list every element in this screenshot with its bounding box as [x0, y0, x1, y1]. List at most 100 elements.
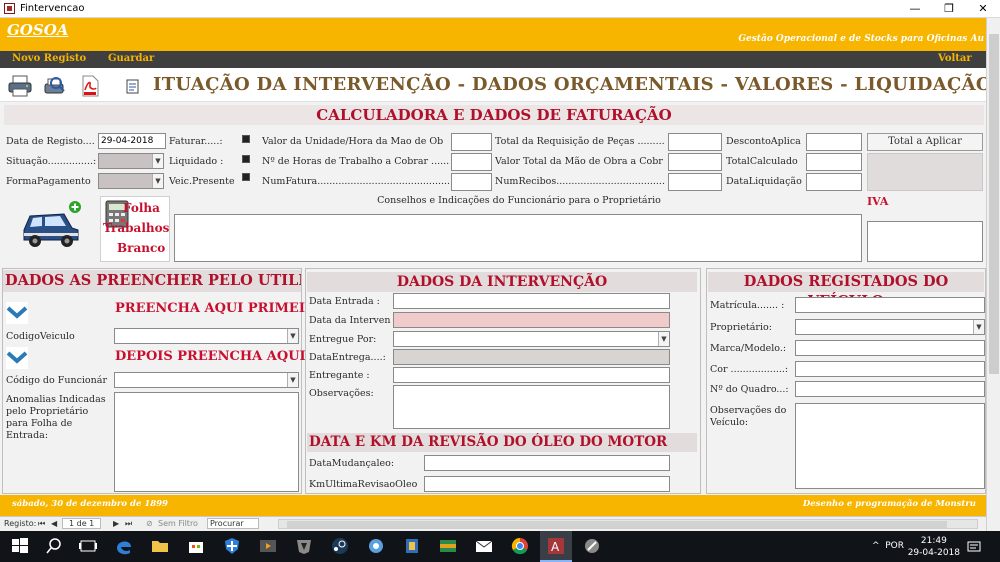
media-player-icon[interactable] [258, 536, 278, 556]
svg-text:A: A [551, 540, 560, 554]
num-fatura-field[interactable] [451, 173, 492, 191]
access-taskbar-item[interactable]: A [540, 531, 572, 562]
defender-shield-icon[interactable] [222, 536, 242, 556]
file-explorer-icon[interactable] [150, 536, 170, 556]
data-registo-field[interactable]: 29-04-2018 [98, 133, 166, 149]
observacoes-intervencao-textarea[interactable] [393, 385, 670, 429]
close-button[interactable]: ✕ [966, 0, 1000, 18]
conselhos-textarea[interactable] [174, 214, 862, 262]
report-icon[interactable] [121, 75, 145, 97]
chevron-up-icon[interactable]: ^ [872, 541, 880, 551]
fill-first-label: PREENCHA AQUI PRIMEIRO [115, 301, 328, 316]
total-requisicao-field[interactable] [668, 133, 722, 151]
horizontal-scroll-thumb[interactable] [287, 521, 947, 528]
store-icon[interactable] [186, 536, 206, 556]
search-icon[interactable] [44, 536, 64, 556]
entregue-por-combo[interactable]: ▼ [393, 331, 670, 347]
horas-trabalho-label: Nº de Horas de Trabalho a Cobrar ...... [262, 156, 449, 167]
mail-icon[interactable] [474, 536, 494, 556]
data-mudanca-oleo-field[interactable] [424, 455, 670, 471]
print-preview-icon[interactable] [42, 75, 66, 97]
network-app-icon[interactable] [366, 536, 386, 556]
notifications-icon[interactable] [966, 539, 982, 555]
game-app-icon[interactable] [294, 536, 314, 556]
chevron-down-icon[interactable]: ▼ [973, 320, 984, 334]
data-liquidacao-field[interactable] [806, 173, 862, 191]
gallery-app-icon[interactable] [438, 536, 458, 556]
restore-button[interactable]: ❐ [932, 0, 966, 18]
new-record-button[interactable]: Novo Registo [12, 53, 86, 64]
chevron-down-icon[interactable]: ▼ [658, 332, 669, 346]
total-calculado-field[interactable] [806, 153, 862, 171]
chevron-down-icon[interactable]: ▼ [287, 329, 298, 343]
proprietario-combo[interactable]: ▼ [795, 319, 985, 335]
record-position-field[interactable]: 1 de 1 [62, 518, 102, 529]
vertical-scrollbar[interactable] [986, 18, 1000, 531]
vertical-scroll-thumb[interactable] [989, 34, 999, 374]
pdf-icon[interactable] [78, 75, 102, 97]
task-view-icon[interactable] [78, 536, 98, 556]
cor-field[interactable] [795, 361, 985, 377]
observacoes-veiculo-textarea[interactable] [795, 403, 985, 489]
next-record-icon[interactable]: ▶ [113, 519, 119, 528]
steam-icon[interactable] [330, 536, 350, 556]
branco-text: Branco [117, 241, 166, 255]
printer-icon[interactable] [8, 75, 32, 97]
total-requisicao-label: Total da Requisição de Peças .......... [495, 136, 665, 147]
codigo-funcionario-combo[interactable]: ▼ [114, 372, 299, 388]
minimize-button[interactable]: — [898, 0, 932, 18]
km-ultima-revisao-field[interactable] [424, 476, 670, 492]
app-logo: GOSOA [7, 21, 69, 39]
liquidado-label: Liquidado : [169, 156, 224, 167]
blank-worksheet-button[interactable]: Folha Trabalhos Branco [100, 196, 170, 262]
language-indicator[interactable]: POR [885, 541, 904, 551]
first-record-icon[interactable]: ⏮ [38, 519, 45, 529]
valor-total-mao-field[interactable] [668, 153, 722, 171]
vehicle-heading: DADOS REGISTADOS DO VEÍCULO [708, 272, 984, 310]
anomalias-textarea[interactable] [114, 392, 299, 492]
matricula-field[interactable] [795, 297, 985, 313]
veic-presente-checkbox[interactable] [242, 173, 250, 181]
iva-field[interactable] [867, 221, 983, 262]
chevron-down-icon[interactable]: ▼ [287, 373, 298, 387]
marca-modelo-field[interactable] [795, 340, 985, 356]
horas-trabalho-field[interactable] [451, 153, 492, 171]
notes-app-icon[interactable] [402, 536, 422, 556]
faturar-checkbox[interactable] [242, 135, 250, 143]
intervention-heading: DADOS DA INTERVENÇÃO [307, 272, 697, 292]
forma-pagamento-combo[interactable]: ▼ [98, 173, 164, 189]
data-entrega-field[interactable] [393, 349, 670, 365]
previous-record-icon[interactable]: ◀ [51, 519, 57, 528]
entregante-field[interactable] [393, 367, 670, 383]
windows-start-icon[interactable] [10, 536, 30, 556]
valor-unidade-field[interactable] [451, 133, 492, 151]
taskbar-clock[interactable]: 21:49 29-04-2018 [908, 535, 960, 559]
desconto-field[interactable] [806, 133, 862, 151]
num-fatura-label: NumFatura...............................… [262, 176, 449, 187]
total-aplicar-button[interactable]: Total a Aplicar [867, 133, 983, 151]
codigo-veiculo-combo[interactable]: ▼ [114, 328, 299, 344]
oil-revision-heading: DATA E KM DA REVISÃO DO ÓLEO DO MOTOR [307, 433, 697, 452]
chrome-icon[interactable] [510, 536, 530, 556]
situacao-label: Situação...............: [6, 156, 97, 167]
numero-quadro-field[interactable] [795, 381, 985, 397]
filter-status[interactable]: Sem Filtro [158, 519, 198, 528]
back-button[interactable]: Voltar [938, 53, 972, 64]
liquidado-checkbox[interactable] [242, 155, 250, 163]
num-recibos-field[interactable] [668, 173, 722, 191]
chevron-down-icon[interactable]: ▼ [152, 154, 163, 168]
add-vehicle-car-icon[interactable] [18, 200, 84, 250]
chevron-down-icon[interactable]: ▼ [152, 174, 163, 188]
last-record-icon[interactable]: ⏭ [125, 519, 132, 529]
search-input[interactable]: Procurar [207, 518, 259, 529]
chevron-down-icon [6, 347, 28, 369]
save-button[interactable]: Guardar [108, 53, 154, 64]
data-intervencao-label: Data da Interven [309, 315, 391, 326]
access-form-icon [4, 3, 15, 14]
horizontal-scrollbar[interactable] [278, 519, 978, 529]
situacao-combo[interactable]: ▼ [98, 153, 164, 169]
edge-browser-icon[interactable] [114, 536, 134, 556]
data-entrada-field[interactable] [393, 293, 670, 309]
data-intervencao-field[interactable] [393, 312, 670, 328]
tools-app-icon[interactable] [582, 536, 602, 556]
